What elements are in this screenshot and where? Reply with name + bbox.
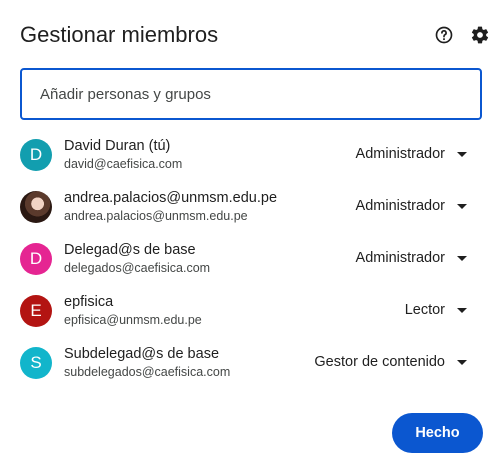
member-info: Delegad@s de base delegados@caefisica.co…: [64, 241, 210, 277]
avatar: D: [20, 139, 52, 171]
manage-members-dialog: Gestionar miembros D David Duran (tú) da…: [0, 0, 501, 472]
role-label: Administrador: [355, 146, 445, 162]
avatar-photo: [20, 191, 52, 223]
header-actions: [433, 24, 491, 46]
member-info: David Duran (tú) david@caefisica.com: [64, 137, 182, 173]
member-name: andrea.palacios@unmsm.edu.pe: [64, 190, 278, 206]
member-row: D Delegad@s de base delegados@caefisica.…: [0, 232, 501, 284]
role-dropdown[interactable]: Administrador: [356, 249, 467, 267]
member-info: andrea.palacios@unmsm.edu.pe andrea.pala…: [64, 189, 277, 225]
member-row: D David Duran (tú) david@caefisica.com A…: [0, 128, 501, 180]
caret-down-icon: [457, 307, 467, 313]
member-name: David Duran (tú): [64, 138, 171, 154]
avatar: E: [20, 295, 52, 327]
member-row: E epfisica epfisica@unmsm.edu.pe Lector: [0, 284, 501, 336]
role-label: Administrador: [355, 250, 445, 266]
add-people-field: [20, 68, 482, 120]
caret-down-icon: [457, 359, 467, 365]
member-name: Delegad@s de base: [64, 242, 196, 258]
avatar: S: [20, 347, 52, 379]
role-dropdown[interactable]: Administrador: [356, 197, 467, 215]
caret-down-icon: [457, 203, 467, 209]
role-label: Gestor de contenido: [314, 354, 445, 370]
member-email: andrea.palacios@unmsm.edu.pe: [64, 209, 248, 223]
role-dropdown[interactable]: Administrador: [356, 145, 467, 163]
member-email: epfisica@unmsm.edu.pe: [64, 313, 202, 327]
dialog-title: Gestionar miembros: [20, 22, 219, 47]
member-email: delegados@caefisica.com: [64, 261, 211, 275]
role-dropdown[interactable]: Gestor de contenido: [314, 353, 467, 371]
member-name: epfisica: [64, 294, 114, 310]
help-button[interactable]: [433, 24, 455, 46]
role-label: Lector: [404, 302, 445, 318]
caret-down-icon: [457, 255, 467, 261]
member-name: Subdelegad@s de base: [64, 346, 220, 362]
help-circle-icon: [435, 26, 453, 44]
role-dropdown[interactable]: Lector: [405, 301, 467, 319]
settings-button[interactable]: [469, 24, 491, 46]
caret-down-icon: [457, 151, 467, 157]
add-people-input[interactable]: [22, 70, 480, 118]
member-email: subdelegados@caefisica.com: [64, 365, 231, 379]
member-email: david@caefisica.com: [64, 157, 183, 171]
member-info: Subdelegad@s de base subdelegados@caefis…: [64, 345, 230, 381]
member-row: andrea.palacios@unmsm.edu.pe andrea.pala…: [0, 180, 501, 232]
member-info: epfisica epfisica@unmsm.edu.pe: [64, 293, 202, 329]
role-label: Administrador: [355, 198, 445, 214]
members-list: D David Duran (tú) david@caefisica.com A…: [0, 128, 501, 388]
gear-icon: [471, 26, 489, 44]
done-button[interactable]: Hecho: [392, 413, 483, 453]
member-row: S Subdelegad@s de base subdelegados@caef…: [0, 336, 501, 388]
avatar: D: [20, 243, 52, 275]
